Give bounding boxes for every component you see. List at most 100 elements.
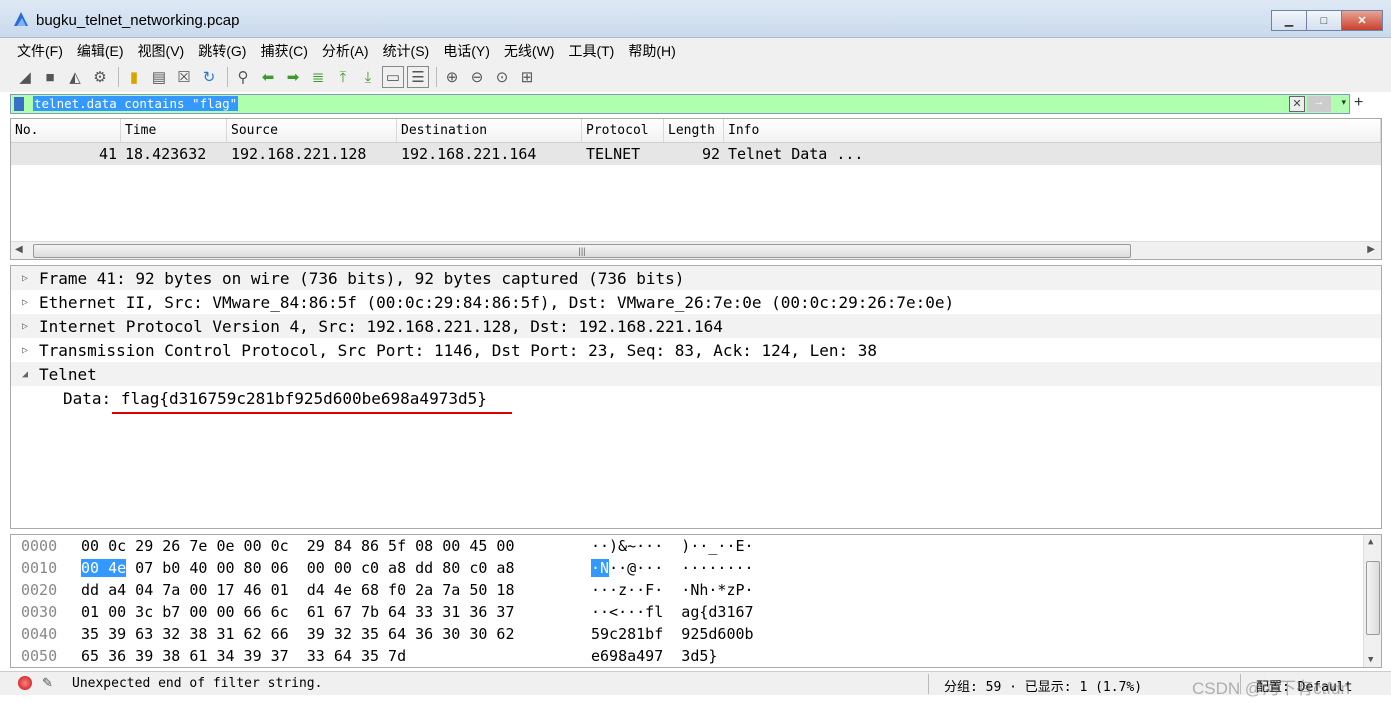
data-label: Data: bbox=[63, 388, 112, 408]
first-icon[interactable]: ⤒ bbox=[332, 66, 354, 88]
close-file-icon[interactable]: ☒ bbox=[173, 66, 195, 88]
expand-arrow-icon[interactable]: ▷ bbox=[11, 273, 39, 284]
detail-row-ip[interactable]: ▷ Internet Protocol Version 4, Src: 192.… bbox=[11, 314, 1381, 338]
resize-columns-icon[interactable]: ⊞ bbox=[516, 66, 538, 88]
restart-icon[interactable]: ◭ bbox=[64, 66, 86, 88]
bytes-row[interactable]: 0020 dd a4 04 7a 00 17 46 01 d4 4e 68 f0… bbox=[11, 579, 1381, 601]
menu-statistics[interactable]: 统计(S) bbox=[376, 38, 437, 62]
menu-help[interactable]: 帮助(H) bbox=[621, 38, 682, 62]
scroll-down-icon[interactable]: ▼ bbox=[1368, 655, 1373, 665]
scroll-up-icon[interactable]: ▲ bbox=[1368, 537, 1373, 547]
bytes-offset: 0050 bbox=[21, 647, 58, 665]
collapse-arrow-icon[interactable]: ◢ bbox=[11, 369, 39, 380]
packet-list-header: No. Time Source Destination Protocol Len… bbox=[11, 119, 1381, 143]
edit-comment-icon[interactable]: ✎ bbox=[42, 675, 53, 691]
menu-file[interactable]: 文件(F) bbox=[10, 38, 70, 62]
bytes-row[interactable]: 0010 00 4e 07 b0 40 00 80 06 00 00 c0 a8… bbox=[11, 557, 1381, 579]
packet-list-pane: No. Time Source Destination Protocol Len… bbox=[10, 118, 1382, 260]
autoscroll-icon[interactable]: ▭ bbox=[382, 66, 404, 88]
menu-view[interactable]: 视图(V) bbox=[131, 38, 192, 62]
bytes-row[interactable]: 0050 65 36 39 38 61 34 39 37 33 64 35 7d… bbox=[11, 645, 1381, 667]
close-button[interactable]: ✕ bbox=[1341, 10, 1383, 31]
bytes-offset: 0000 bbox=[21, 537, 58, 555]
window-controls: ▁ □ ✕ bbox=[1271, 10, 1383, 31]
last-icon[interactable]: ⤓ bbox=[357, 66, 379, 88]
filter-history-dropdown-icon[interactable]: ▾ bbox=[1341, 97, 1346, 108]
expand-arrow-icon[interactable]: ▷ bbox=[11, 321, 39, 332]
open-icon[interactable]: ▮ bbox=[123, 66, 145, 88]
packet-count-status: 分组: 59 · 已显示: 1 (1.7%) bbox=[944, 680, 1143, 695]
detail-row-telnet-data[interactable]: Data: flag{d316759c281bf925d600be698a497… bbox=[11, 386, 1381, 410]
options-icon[interactable]: ⚙ bbox=[89, 66, 111, 88]
maximize-button[interactable]: □ bbox=[1306, 10, 1342, 31]
watermark: CSDN @河下有ctfdn bbox=[1192, 679, 1351, 698]
expand-arrow-icon[interactable]: ▷ bbox=[11, 297, 39, 308]
column-header-destination[interactable]: Destination bbox=[397, 119, 582, 142]
menu-wireless[interactable]: 无线(W) bbox=[497, 38, 562, 62]
detail-row-ethernet[interactable]: ▷ Ethernet II, Src: VMware_84:86:5f (00:… bbox=[11, 290, 1381, 314]
zoom-out-icon[interactable]: ⊖ bbox=[466, 66, 488, 88]
display-filter-bar[interactable]: telnet.data contains "flag" ✕ → ▾ bbox=[10, 94, 1350, 114]
column-header-no[interactable]: No. bbox=[11, 119, 121, 142]
apply-filter-button[interactable]: → bbox=[1307, 96, 1331, 112]
menu-edit[interactable]: 编辑(E) bbox=[70, 38, 131, 62]
scroll-thumb[interactable] bbox=[1366, 561, 1380, 635]
bookmark-icon[interactable] bbox=[14, 97, 24, 111]
find-icon[interactable]: ⚲ bbox=[232, 66, 254, 88]
goto-icon[interactable]: ≣ bbox=[307, 66, 329, 88]
packet-no: 41 bbox=[98, 145, 117, 163]
scroll-left-icon[interactable]: ◀ bbox=[15, 244, 23, 255]
status-bar: ✎ Unexpected end of filter string. 分组: 5… bbox=[0, 671, 1391, 695]
bytes-row[interactable]: 0000 00 0c 29 26 7e 0e 00 0c 29 84 86 5f… bbox=[11, 535, 1381, 557]
scroll-thumb[interactable]: ||| bbox=[33, 244, 1131, 258]
reload-icon[interactable]: ↻ bbox=[198, 66, 220, 88]
menu-capture[interactable]: 捕获(C) bbox=[253, 38, 314, 62]
bytes-offset: 0020 bbox=[21, 581, 58, 599]
add-filter-button[interactable]: + bbox=[1354, 94, 1363, 112]
forward-icon[interactable]: ➡ bbox=[282, 66, 304, 88]
detail-row-tcp[interactable]: ▷ Transmission Control Protocol, Src Por… bbox=[11, 338, 1381, 362]
shark-start-icon[interactable]: ◢ bbox=[14, 66, 36, 88]
packet-list-horizontal-scrollbar[interactable]: ◀ ||| ▶ bbox=[11, 241, 1381, 259]
menu-telephony[interactable]: 电话(Y) bbox=[436, 38, 497, 62]
menu-bar: 文件(F) 编辑(E) 视图(V) 跳转(G) 捕获(C) 分析(A) 统计(S… bbox=[0, 38, 1391, 62]
error-status-icon[interactable] bbox=[18, 676, 32, 690]
bytes-row[interactable]: 0040 35 39 63 32 38 31 62 66 39 32 35 64… bbox=[11, 623, 1381, 645]
scroll-right-icon[interactable]: ▶ bbox=[1367, 244, 1375, 255]
detail-row-frame[interactable]: ▷ Frame 41: 92 bytes on wire (736 bits),… bbox=[11, 266, 1381, 290]
bytes-vertical-scrollbar[interactable]: ▲ ▼ bbox=[1363, 535, 1381, 667]
zoom-in-icon[interactable]: ⊕ bbox=[441, 66, 463, 88]
menu-go[interactable]: 跳转(G) bbox=[191, 38, 253, 62]
bytes-hex: 65 36 39 38 61 34 39 37 33 64 35 7d bbox=[81, 647, 407, 665]
back-icon[interactable]: ⬅ bbox=[257, 66, 279, 88]
menu-tools[interactable]: 工具(T) bbox=[561, 38, 621, 62]
bytes-hex: 01 00 3c b7 00 00 66 6c 61 67 7b 64 33 3… bbox=[81, 603, 515, 621]
bytes-row[interactable]: 0030 01 00 3c b7 00 00 66 6c 61 67 7b 64… bbox=[11, 601, 1381, 623]
bytes-ascii: e698a497 3d5} bbox=[591, 647, 718, 665]
clear-filter-icon[interactable]: ✕ bbox=[1289, 96, 1305, 112]
menu-analyze[interactable]: 分析(A) bbox=[315, 38, 376, 62]
bytes-hex: dd a4 04 7a 00 17 46 01 d4 4e 68 f0 2a 7… bbox=[81, 581, 515, 599]
column-header-info[interactable]: Info bbox=[724, 119, 1381, 142]
save-icon[interactable]: ▤ bbox=[148, 66, 170, 88]
display-filter-input[interactable]: telnet.data contains "flag" bbox=[33, 96, 239, 111]
packet-row[interactable]: 41 18.423632 192.168.221.128 192.168.221… bbox=[11, 143, 1381, 165]
bytes-ascii-selected: ·N bbox=[591, 559, 610, 577]
bytes-hex: 00 4e 07 b0 40 00 80 06 00 00 c0 a8 dd 8… bbox=[81, 559, 591, 577]
zoom-normal-icon[interactable]: ⊙ bbox=[491, 66, 513, 88]
detail-text: Frame 41: 92 bytes on wire (736 bits), 9… bbox=[39, 268, 685, 288]
column-header-source[interactable]: Source bbox=[227, 119, 397, 142]
column-header-time[interactable]: Time bbox=[121, 119, 227, 142]
column-header-protocol[interactable]: Protocol bbox=[582, 119, 664, 142]
detail-text: Internet Protocol Version 4, Src: 192.16… bbox=[39, 316, 723, 336]
stop-icon[interactable]: ■ bbox=[39, 66, 61, 88]
colorize-icon[interactable]: ☰ bbox=[407, 66, 429, 88]
column-header-length[interactable]: Length bbox=[664, 119, 724, 142]
minimize-button[interactable]: ▁ bbox=[1271, 10, 1307, 31]
packet-bytes-pane: 0000 00 0c 29 26 7e 0e 00 0c 29 84 86 5f… bbox=[10, 534, 1382, 668]
expand-arrow-icon[interactable]: ▷ bbox=[11, 345, 39, 356]
title-bar: bugku_telnet_networking.pcap ▁ □ ✕ bbox=[0, 0, 1391, 38]
flag-value: flag{d316759c281bf925d600be698a4973d5} bbox=[120, 388, 487, 408]
detail-row-telnet[interactable]: ◢ Telnet bbox=[11, 362, 1381, 386]
packet-info: Telnet Data ... bbox=[728, 145, 864, 163]
